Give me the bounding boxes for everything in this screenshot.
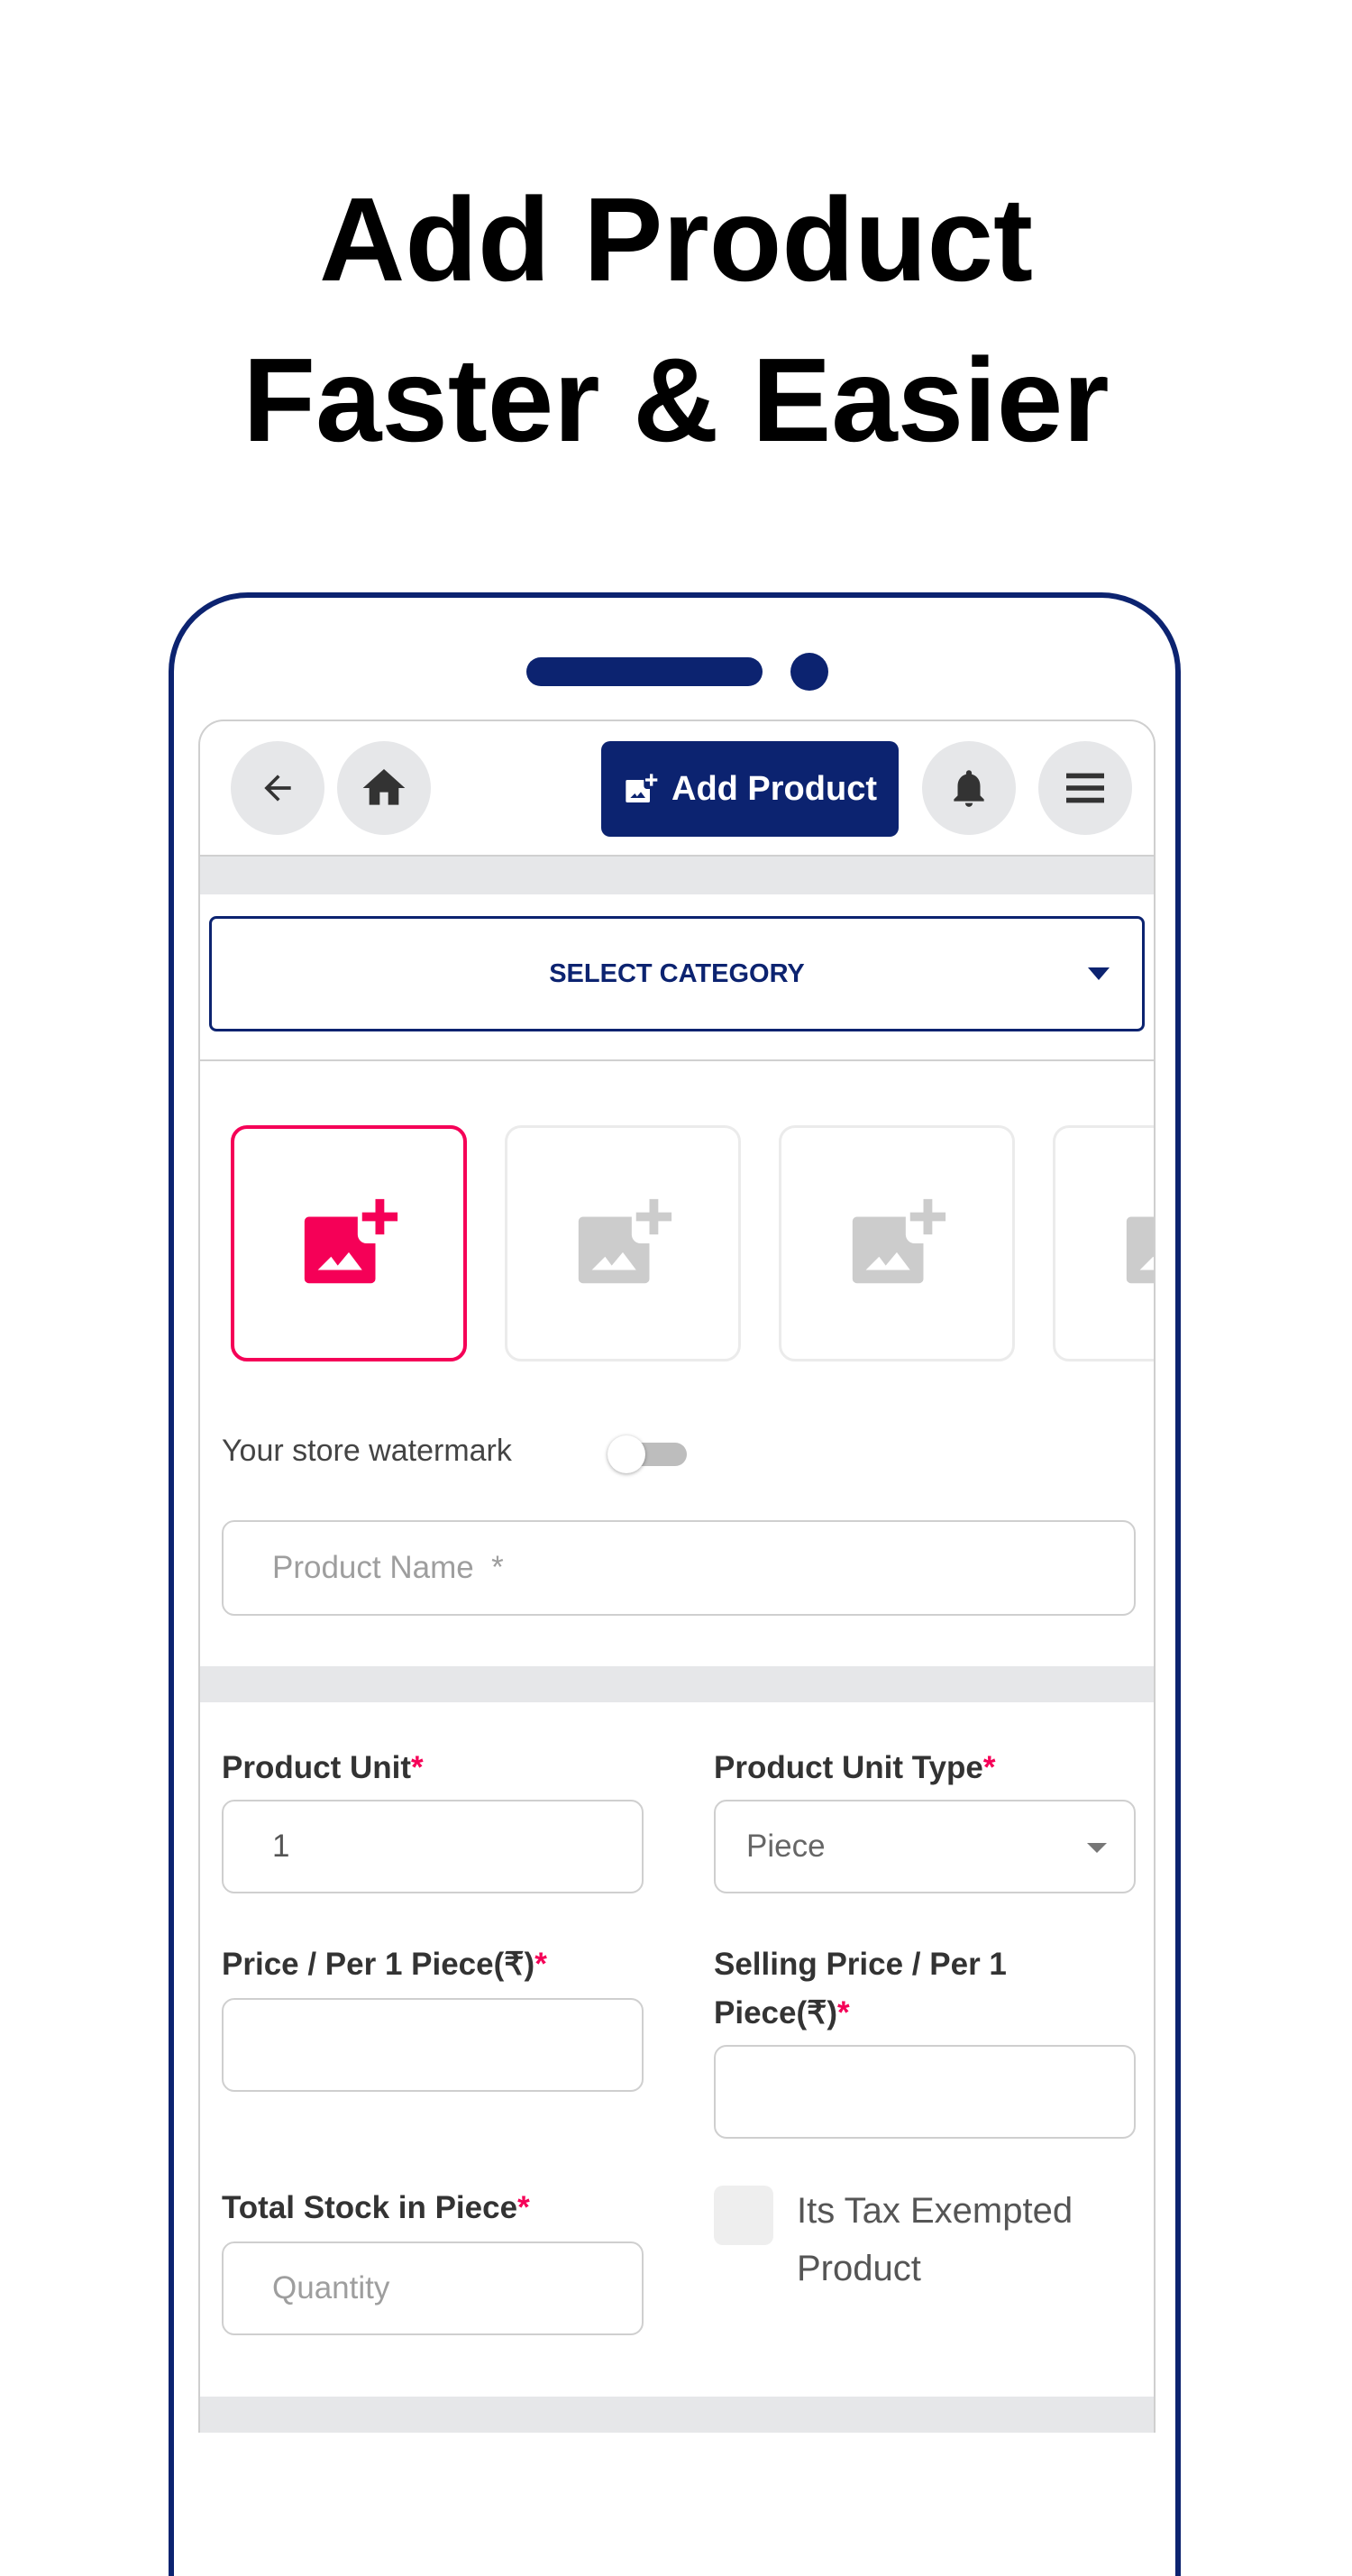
image-slot-2[interactable] — [505, 1125, 741, 1361]
divider — [200, 1059, 1154, 1061]
total-stock-label: Total Stock in Piece* — [222, 2184, 530, 2232]
add-photo-icon — [626, 774, 658, 802]
watermark-toggle[interactable] — [607, 1435, 689, 1473]
add-photo-icon — [304, 1198, 398, 1284]
add-product-button[interactable]: Add Product — [601, 741, 899, 837]
watermark-label: Your store watermark — [222, 1434, 512, 1468]
promo-headline-line2: Faster & Easier — [242, 334, 1110, 466]
arrow-left-icon — [264, 775, 291, 802]
add-photo-icon — [852, 1198, 946, 1284]
product-unit-type-select[interactable]: Piece — [714, 1800, 1136, 1893]
bell-icon — [954, 770, 984, 807]
image-slot-4[interactable] — [1053, 1125, 1154, 1361]
app-screen: Add Product SELECT CATEGORY Your store w… — [198, 720, 1156, 2433]
notifications-button[interactable] — [922, 741, 1016, 835]
top-bar: Add Product — [200, 721, 1154, 857]
product-name-input[interactable]: Product Name * — [222, 1520, 1136, 1616]
label-text: Selling Price / Per 1 — [714, 1947, 1007, 1982]
total-stock-placeholder: Quantity — [272, 2270, 390, 2306]
product-unit-label: Product Unit* — [222, 1744, 424, 1792]
phone-speaker — [526, 657, 763, 686]
add-photo-icon — [578, 1198, 672, 1284]
select-category-dropdown[interactable]: SELECT CATEGORY — [209, 916, 1145, 1031]
caret-down-icon — [1087, 1843, 1107, 1853]
label-text: Price / Per 1 Piece(₹) — [222, 1947, 535, 1982]
total-stock-input[interactable]: Quantity — [222, 2241, 644, 2335]
tax-exempt-label: Its Tax Exempted Product — [797, 2191, 1073, 2288]
product-unit-type-label: Product Unit Type* — [714, 1744, 995, 1792]
add-photo-icon — [1126, 1216, 1154, 1284]
selling-price-label: Selling Price / Per 1 Piece(₹)* — [714, 1940, 1128, 2038]
promo-headline-line1: Add Product — [319, 173, 1033, 306]
section-separator — [200, 857, 1154, 894]
price-label: Price / Per 1 Piece(₹)* — [222, 1940, 547, 1989]
product-name-placeholder: Product Name * — [272, 1550, 504, 1585]
required-marker: * — [837, 1995, 850, 2031]
select-category-label: SELECT CATEGORY — [549, 958, 805, 988]
toggle-knob — [607, 1435, 645, 1473]
product-unit-value: 1 — [272, 1829, 290, 1864]
back-button[interactable] — [231, 741, 324, 835]
label-text: Product Unit — [222, 1750, 411, 1785]
section-separator — [200, 2397, 1154, 2433]
menu-button[interactable] — [1038, 741, 1132, 835]
image-slot-1[interactable] — [231, 1125, 467, 1361]
selling-price-input[interactable] — [714, 2045, 1136, 2139]
label-text: Product Unit Type — [714, 1750, 983, 1785]
required-marker: * — [982, 1750, 996, 1785]
required-marker: * — [534, 1947, 547, 1982]
required-marker: * — [517, 2190, 530, 2225]
caret-down-icon — [1088, 967, 1110, 980]
phone-camera — [790, 653, 828, 691]
home-icon — [362, 769, 406, 805]
hamburger-menu-icon — [1066, 773, 1104, 803]
product-unit-input[interactable]: 1 — [222, 1800, 644, 1893]
price-input[interactable] — [222, 1998, 644, 2092]
image-slot-3[interactable] — [779, 1125, 1015, 1361]
label-text: Piece(₹) — [714, 1995, 838, 2031]
tax-exempt-checkbox[interactable] — [714, 2186, 773, 2245]
label-text: Total Stock in Piece — [222, 2190, 518, 2225]
home-button[interactable] — [337, 741, 431, 835]
section-separator — [200, 1666, 1154, 1702]
required-marker: * — [410, 1750, 424, 1785]
product-unit-type-value: Piece — [746, 1829, 826, 1864]
add-product-label: Add Product — [671, 769, 877, 808]
